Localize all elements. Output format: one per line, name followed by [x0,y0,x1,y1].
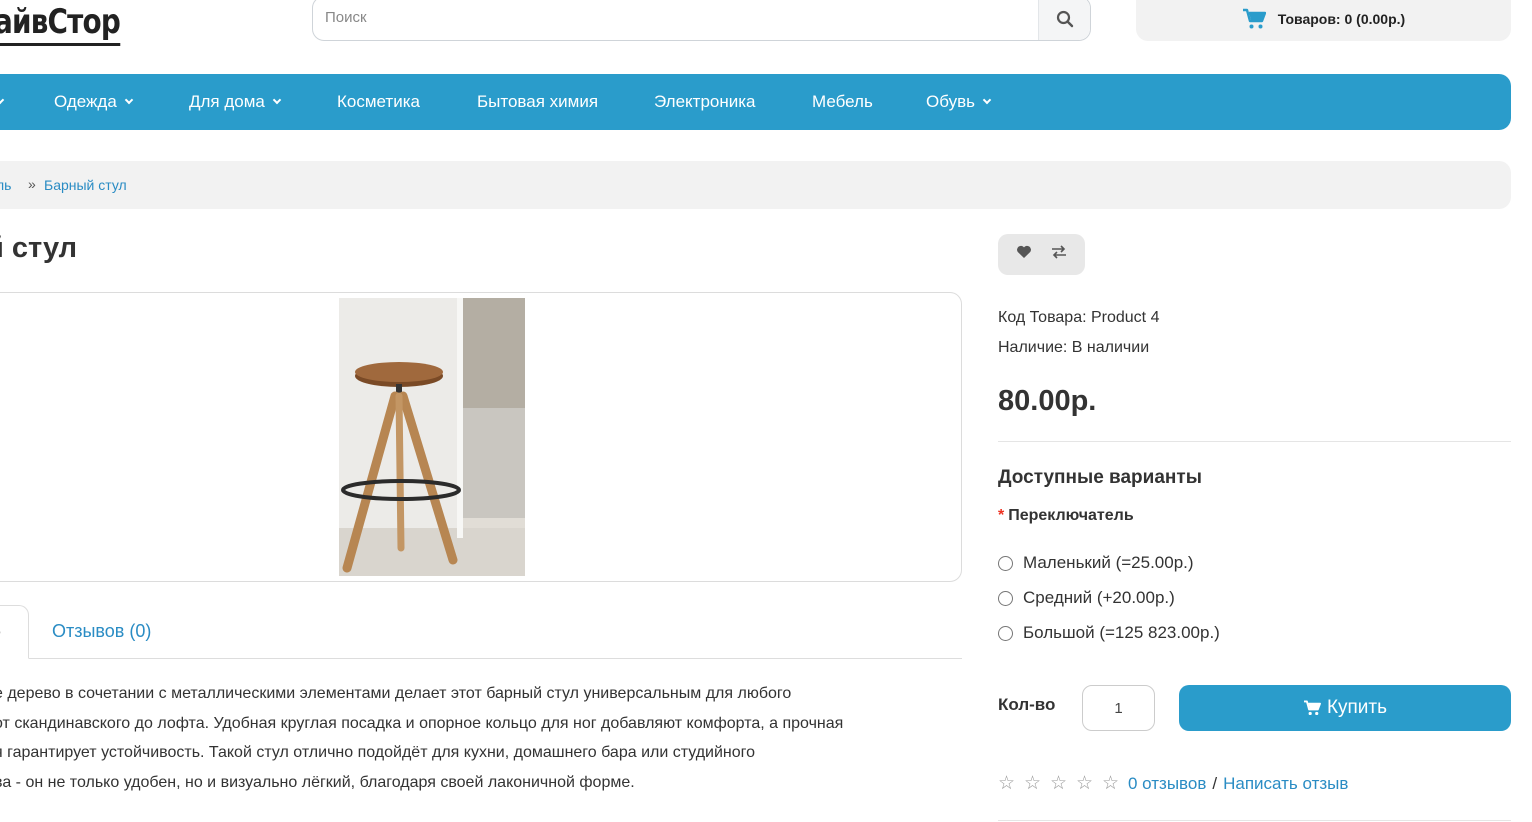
nav-item-clothing[interactable]: Одежда [54,74,134,130]
cart-icon [1303,700,1321,716]
search-bar [312,0,1091,41]
product-image[interactable] [339,298,525,576]
search-input[interactable] [325,9,1025,26]
buy-button-label: Купить [1326,697,1388,718]
quantity-input[interactable] [1082,685,1155,731]
product-price: 80.00р. [998,385,1097,417]
option-large-radio[interactable] [998,625,1013,641]
product-stock: Наличие: В наличии [998,339,1149,357]
page-title: й стул [0,232,78,264]
write-review-link[interactable]: Написать отзыв [1223,774,1348,794]
nav-item-label: Одежда [54,92,117,111]
option-medium[interactable]: Средний (+20.00р.) [998,588,1175,608]
nav-item-home[interactable]: Для дома [189,74,282,130]
chevron-down-icon [272,95,282,105]
options-heading: Доступные варианты [998,467,1202,488]
breadcrumb-separator: » [28,176,36,192]
wishlist-compare-group [998,234,1085,275]
breadcrumb-item-furniture[interactable]: ль [0,177,11,193]
option-medium-radio[interactable] [998,590,1013,606]
option-group-text: Переключатель [1008,507,1134,524]
nav-item-cosmetics[interactable]: Косметика [337,74,420,130]
search-button[interactable] [1038,0,1090,40]
tab-description[interactable]: е [0,605,29,659]
required-mark: * [998,507,1005,524]
breadcrumb-item-product[interactable]: Барный стул [44,177,127,193]
option-medium-label: Средний (+20.00р.) [1023,588,1175,607]
breadcrumb: ль » Барный стул [0,161,1511,209]
compare-icon [1052,245,1067,259]
option-large[interactable]: Большой (=125 823.00р.) [998,623,1220,643]
product-image-card [0,292,962,582]
star-icon: ☆ [998,773,1016,794]
product-stock-value: В наличии [1071,339,1150,356]
product-tabs: е Отзывов (0) [0,605,962,659]
product-code: Код Товара: Product 4 [998,309,1159,327]
nav-item-household-chemicals[interactable]: Бытовая химия [477,74,598,130]
product-code-value: Product 4 [1090,309,1160,326]
buy-button[interactable]: Купить [1179,685,1511,731]
tab-reviews[interactable]: Отзывов (0) [52,605,151,659]
star-icon: ☆ [1102,773,1120,794]
product-stock-label: Наличие: [998,339,1068,356]
description-line: ва - он не только удобен, но и визуально… [0,773,635,791]
nav-item-label: Для дома [189,92,265,111]
option-small[interactable]: Маленький (=25.00р.) [998,553,1194,573]
rating-separator: / [1212,773,1218,793]
chevron-down-icon [124,95,134,105]
nav-item-shoes[interactable]: Обувь [926,74,992,130]
chevron-down-icon [0,95,5,105]
cart-button[interactable]: Товаров: 0 (0.00р.) [1136,0,1511,41]
chevron-down-icon [982,95,992,105]
star-icon: ☆ [1050,773,1068,794]
tab-reviews-label: Отзывов (0) [52,621,152,641]
quantity-label: Кол-во [998,695,1056,714]
divider [998,820,1511,821]
heart-icon [1016,245,1031,258]
product-description: е дерево в сочетании с металлическими эл… [0,679,964,797]
rating-row: ☆ ☆ ☆ ☆ ☆ 0 отзывов / Написать отзыв [998,772,1348,795]
cart-icon [1242,8,1266,28]
site-logo[interactable]: айвСтор [0,0,121,50]
option-small-radio[interactable] [998,555,1013,571]
star-icon: ☆ [1024,773,1042,794]
description-line: я гарантирует устойчивость. Такой стул о… [0,744,756,761]
logo-text: айвСтор [0,2,121,42]
main-navigation: Одежда Для дома Косметика Бытовая химия … [0,74,1511,130]
add-to-compare-button[interactable] [1051,245,1067,264]
option-large-label: Большой (=125 823.00р.) [1023,623,1220,642]
nav-item-furniture[interactable]: Мебель [812,74,873,130]
option-small-label: Маленький (=25.00р.) [1023,553,1194,572]
tab-description-label: е [0,622,1,642]
cart-label: Товаров: 0 (0.00р.) [1277,10,1406,27]
reviews-count-link[interactable]: 0 отзывов [1128,774,1206,794]
divider [998,441,1511,442]
star-icon: ☆ [1076,773,1094,794]
nav-item-electronics[interactable]: Электроника [654,74,756,130]
nav-item-label: Обувь [926,92,975,111]
product-code-label: Код Товара: [998,309,1087,326]
search-icon [1056,10,1073,27]
add-to-wishlist-button[interactable] [1016,245,1032,264]
nav-item-partial[interactable] [0,74,5,130]
option-group-label: * Переключатель [998,507,1134,525]
description-line: от скандинавского до лофта. Удобная круг… [0,714,844,732]
description-line: е дерево в сочетании с металлическими эл… [0,685,792,702]
